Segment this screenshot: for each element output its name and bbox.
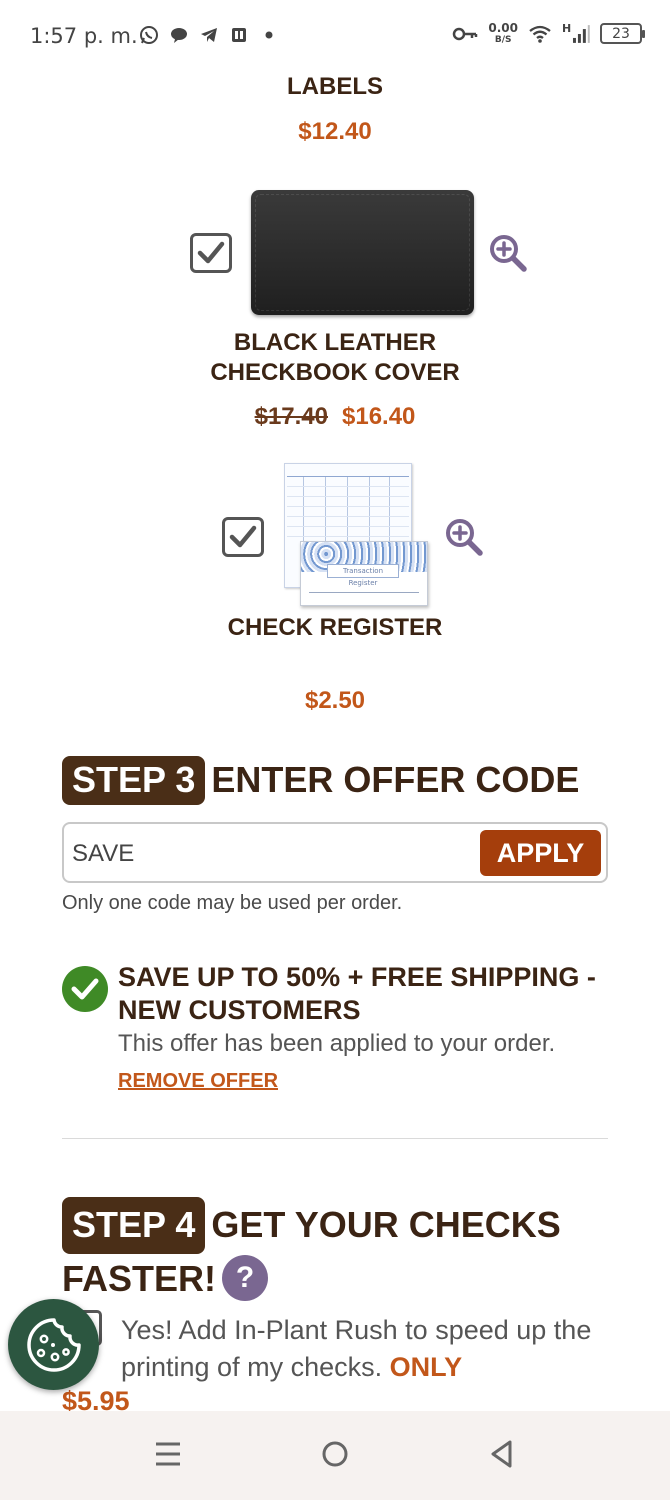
help-icon[interactable]: ?: [222, 1255, 269, 1301]
net-speed-value: 0.00: [488, 21, 518, 35]
register-cover-label: Transaction Register: [327, 564, 399, 587]
home-icon[interactable]: [320, 1439, 350, 1469]
step3-heading: STEP 3 ENTER OFFER CODE: [62, 756, 579, 805]
signal-icon: H: [562, 22, 590, 44]
status-bar: 1:57 p. m. 0.00 B/S H 23: [0, 0, 670, 76]
check-register-image: Transaction Register: [284, 463, 429, 608]
offer-title: SAVE UP TO 50% + FREE SHIPPING - NEW CUS…: [118, 962, 596, 1025]
remove-offer-link[interactable]: REMOVE OFFER: [118, 1070, 278, 1093]
register-cover: Transaction Register: [300, 541, 428, 606]
leather-cover-prices: $17.40 $16.40: [0, 403, 670, 431]
key-icon: [452, 23, 478, 44]
telegram-icon: [198, 24, 219, 45]
rush-only-label: ONLY: [389, 1352, 463, 1382]
app-icon: [228, 24, 249, 45]
net-speed-unit: B/S: [494, 35, 512, 45]
offer-code-input[interactable]: [72, 839, 452, 869]
battery-level: 23: [612, 25, 630, 42]
section-divider: [62, 1138, 608, 1139]
leather-cover-title-line1: BLACK LEATHER: [233, 329, 437, 356]
back-icon[interactable]: [487, 1439, 517, 1469]
leather-cover-checkbox[interactable]: [190, 233, 232, 273]
leather-cover-title: BLACK LEATHER CHECKBOOK COVER: [0, 328, 670, 388]
step3-badge: STEP 3: [62, 756, 206, 805]
zoom-in-icon[interactable]: [488, 233, 528, 273]
step4-title-line2: FASTER!: [62, 1258, 217, 1299]
dot-icon: [258, 24, 279, 45]
network-type: H: [562, 22, 572, 35]
wifi-icon: [528, 23, 552, 44]
zoom-in-icon[interactable]: [444, 517, 484, 557]
step4-badge: STEP 4: [62, 1197, 206, 1254]
leather-cover-old-price: $17.40: [254, 403, 328, 430]
whatsapp-icon: [138, 24, 159, 45]
battery-indicator: 23: [600, 23, 645, 44]
leather-cover-price: $16.40: [342, 403, 416, 430]
leather-cover-title-line2: CHECKBOOK COVER: [210, 359, 460, 386]
step4-heading: STEP 4 GET YOUR CHECKS FASTER!?: [62, 1197, 561, 1304]
check-register-checkbox[interactable]: [222, 517, 264, 557]
labels-title: LABELS: [287, 73, 383, 100]
check-register-price: $2.50: [304, 687, 366, 714]
rush-option-text: Yes! Add In-Plant Rush to speed up the p…: [121, 1312, 601, 1386]
notification-icons: [138, 24, 279, 45]
status-time: 1:57 p. m.: [30, 24, 138, 48]
net-speed: 0.00 B/S: [488, 21, 518, 46]
check-register-title: CHECK REGISTER: [227, 614, 443, 641]
apply-button[interactable]: APPLY: [480, 830, 601, 876]
system-icons: 0.00 B/S H 23: [452, 21, 645, 46]
system-nav-bar: [0, 1411, 670, 1500]
labels-price: $12.40: [298, 118, 372, 145]
rush-description: Yes! Add In-Plant Rush to speed up the p…: [121, 1315, 592, 1382]
step3-title: ENTER OFFER CODE: [211, 759, 580, 800]
offer-code-box: APPLY: [62, 822, 608, 883]
step4-title-line1: GET YOUR CHECKS: [211, 1204, 561, 1245]
leather-cover-image: [251, 190, 474, 315]
offer-description: This offer has been applied to your orde…: [118, 1030, 556, 1057]
offer-applied-check-icon: [62, 966, 108, 1012]
offer-code-note: Only one code may be used per order.: [62, 892, 403, 914]
cookie-settings-button[interactable]: [8, 1299, 99, 1390]
cookie-icon: [27, 1318, 81, 1372]
menu-icon[interactable]: [153, 1439, 183, 1469]
chat-icon: [168, 24, 189, 45]
